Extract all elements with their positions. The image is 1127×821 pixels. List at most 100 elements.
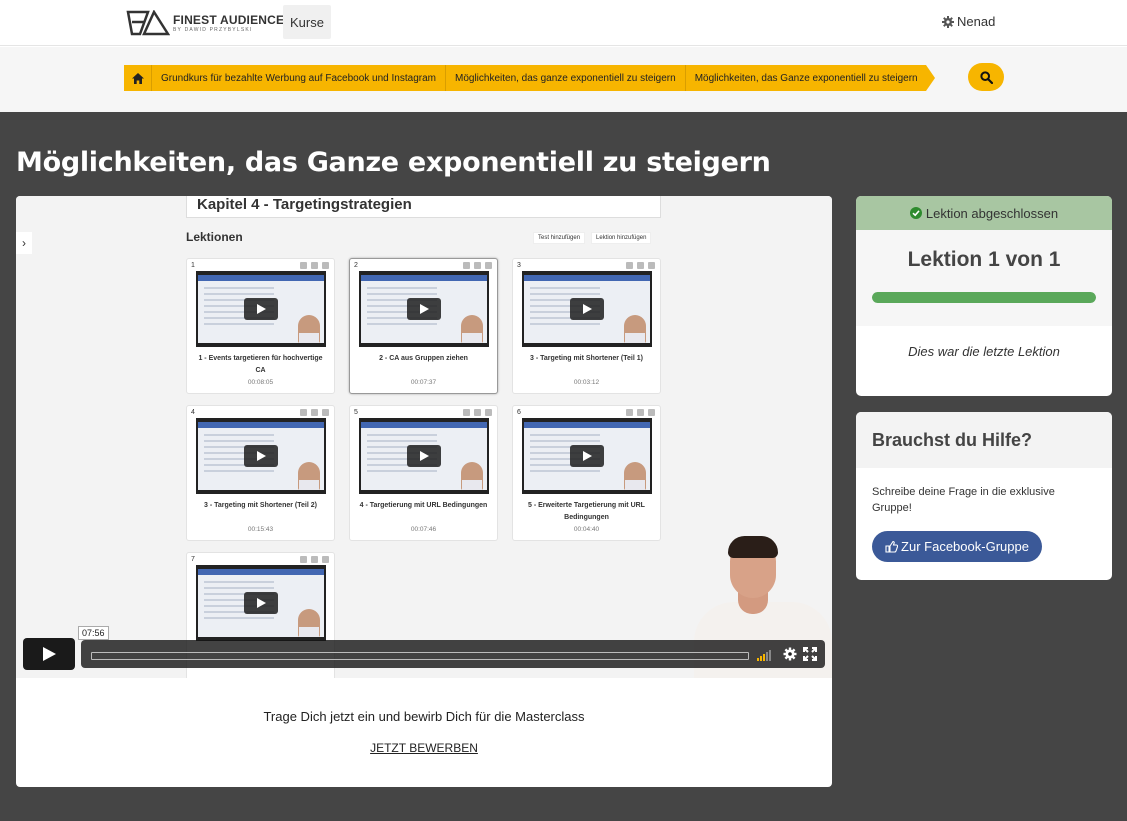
breadcrumb-arrow — [925, 65, 935, 91]
lesson-counter: Lektion 1 von 1 — [907, 248, 1061, 271]
volume-icon[interactable] — [757, 649, 771, 661]
trash-icon — [300, 409, 307, 416]
page-title: Möglichkeiten, das Ganze exponentiell zu… — [16, 147, 771, 178]
move-icon — [637, 262, 644, 269]
video-lessons-heading: Lektionen — [186, 230, 243, 244]
tile-title: 5 - Erweiterte Targetierung mit URL Bedi… — [528, 502, 645, 521]
trash-icon — [626, 262, 633, 269]
video-lesson-tile: 4 3 - Targeting mit Shortener (Teil 2) 0… — [186, 405, 335, 541]
breadcrumb-item-course[interactable]: Grundkurs für bezahlte Werbung auf Faceb… — [152, 65, 446, 91]
gear-icon — [322, 262, 329, 269]
play-icon — [244, 445, 278, 467]
tile-title: 3 - Targeting mit Shortener (Teil 2) — [204, 502, 317, 509]
video-add-lesson-button: Lektion hinzufügen — [591, 232, 652, 244]
tile-thumbnail — [196, 271, 326, 347]
play-icon — [570, 298, 604, 320]
cta-apply-link[interactable]: JETZT BEWERBEN — [16, 741, 832, 755]
logo[interactable]: FINEST AUDIENCE BY DAWID PRZYBYLSKI — [126, 10, 284, 36]
search-icon — [979, 70, 993, 84]
video-add-test-button: Test hinzufügen — [533, 232, 586, 244]
tile-thumbnail — [196, 418, 326, 494]
last-lesson-note: Dies war die letzte Lektion — [908, 344, 1060, 359]
move-icon — [311, 262, 318, 269]
video-lesson-tile: 1 1 - Events targetieren für hochvertige… — [186, 258, 335, 394]
tile-number: 2 — [354, 262, 358, 269]
user-name: Nenad — [957, 14, 996, 29]
video-chapter-title: Kapitel 4 - Targetingstrategien — [186, 196, 661, 218]
facebook-group-button-label: Zur Facebook-Gruppe — [901, 539, 1029, 554]
tile-title: 3 - Targeting mit Shortener (Teil 1) — [530, 355, 643, 362]
lesson-status-text: Lektion abgeschlossen — [925, 205, 1059, 221]
breadcrumb-item-module[interactable]: Möglichkeiten, das ganze exponentiell zu… — [445, 65, 686, 91]
help-card: Brauchst du Hilfe? Schreibe deine Frage … — [856, 412, 1112, 580]
tile-thumbnail — [522, 271, 652, 347]
video-player[interactable]: › Kapitel 4 - Targetingstrategien Lektio… — [16, 196, 832, 678]
tile-number: 3 — [517, 262, 521, 269]
play-icon — [244, 298, 278, 320]
top-navbar: FINEST AUDIENCE BY DAWID PRZYBYLSKI Kurs… — [0, 0, 1127, 46]
video-lesson-tile: 3 3 - Targeting mit Shortener (Teil 1) 0… — [512, 258, 661, 394]
gear-icon — [322, 556, 329, 563]
tile-duration: 00:07:46 — [410, 526, 437, 533]
video-controls: 07:56 — [23, 626, 825, 670]
video-control-bar — [81, 640, 825, 668]
check-circle-icon — [909, 207, 922, 219]
move-icon — [474, 409, 481, 416]
tile-duration: 00:15:43 — [247, 526, 274, 533]
lesson-progress-bar — [872, 292, 1096, 303]
hand-pointer-icon — [885, 540, 899, 553]
tile-duration: 00:08:05 — [247, 379, 274, 386]
gear-icon — [648, 262, 655, 269]
trash-icon — [463, 262, 470, 269]
lesson-status-header: Lektion abgeschlossen — [856, 196, 1112, 230]
tile-thumbnail — [196, 565, 326, 641]
video-lesson-tile: 6 5 - Erweiterte Targetierung mit URL Be… — [512, 405, 661, 541]
move-icon — [474, 262, 481, 269]
play-button[interactable] — [23, 638, 75, 670]
fullscreen-icon[interactable] — [803, 647, 817, 661]
trash-icon — [626, 409, 633, 416]
gear-icon — [485, 262, 492, 269]
trash-icon — [463, 409, 470, 416]
tile-thumbnail — [359, 271, 489, 347]
tile-title: 1 - Events targetieren für hochvertige C… — [198, 355, 323, 374]
video-time-tooltip: 07:56 — [78, 626, 109, 640]
breadcrumb-band: Grundkurs für bezahlte Werbung auf Faceb… — [0, 47, 1127, 112]
user-menu[interactable]: Nenad — [942, 14, 995, 29]
sidebar-toggle[interactable]: › — [16, 232, 32, 254]
video-progress-track[interactable] — [91, 652, 749, 660]
logo-subtitle: BY DAWID PRZYBYLSKI — [173, 26, 253, 33]
breadcrumb-home[interactable] — [124, 65, 152, 91]
tile-number: 6 — [517, 409, 521, 416]
breadcrumb-item-lesson[interactable]: Möglichkeiten, das Ganze exponentiell zu… — [685, 65, 926, 91]
tile-title: 4 - Targetierung mit URL Bedingungen — [359, 502, 488, 509]
main-content: Möglichkeiten, das Ganze exponentiell zu… — [0, 112, 1127, 821]
trash-icon — [300, 262, 307, 269]
help-card-title: Brauchst du Hilfe? — [856, 412, 1112, 468]
breadcrumb: Grundkurs für bezahlte Werbung auf Faceb… — [124, 65, 935, 91]
gear-icon — [322, 409, 329, 416]
search-button[interactable] — [968, 63, 1004, 91]
gear-icon — [942, 15, 954, 28]
tile-number: 4 — [191, 409, 195, 416]
tile-thumbnail — [359, 418, 489, 494]
logo-title: FINEST AUDIENCE — [173, 12, 285, 27]
move-icon — [637, 409, 644, 416]
help-card-text: Schreibe deine Frage in die exklusive Gr… — [872, 486, 1055, 514]
play-icon — [244, 592, 278, 614]
tile-number: 1 — [191, 262, 195, 269]
settings-icon[interactable] — [783, 647, 797, 661]
facebook-group-button[interactable]: Zur Facebook-Gruppe — [872, 531, 1042, 562]
video-lesson-tile: 5 4 - Targetierung mit URL Bedingungen 0… — [349, 405, 498, 541]
lesson-progress-card: Lektion abgeschlossen Lektion 1 von 1 Di… — [856, 196, 1112, 396]
play-icon — [407, 298, 441, 320]
nav-kurse-link[interactable]: Kurse — [283, 5, 331, 39]
tile-duration: 00:03:12 — [573, 379, 600, 386]
tile-duration: 00:07:37 — [410, 379, 437, 386]
logo-icon — [126, 10, 170, 36]
tile-number: 5 — [354, 409, 358, 416]
cta-text: Trage Dich jetzt ein und bewirb Dich für… — [263, 709, 585, 724]
video-lesson-tile: 2 2 - CA aus Gruppen ziehen 00:07:37 — [349, 258, 498, 394]
play-icon — [570, 445, 604, 467]
tile-title: 2 - CA aus Gruppen ziehen — [379, 355, 468, 362]
